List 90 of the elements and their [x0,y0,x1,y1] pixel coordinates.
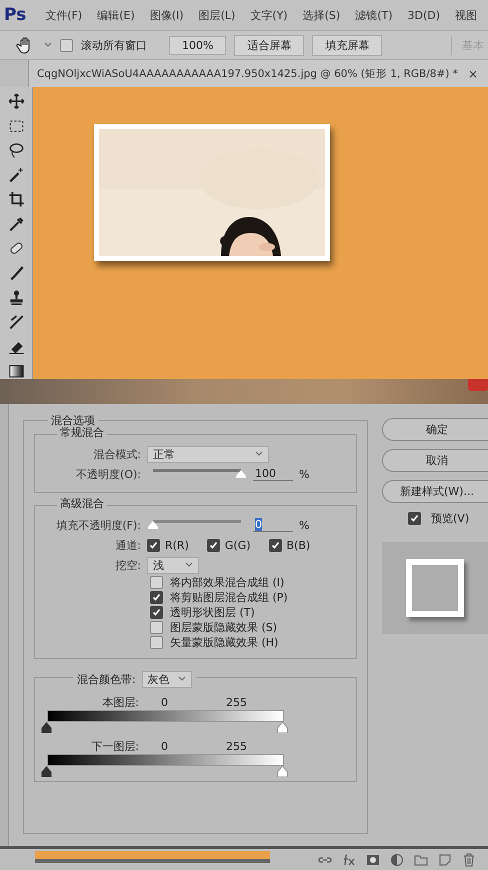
checkbox-label: 将内部效果混合成组 (I) [170,575,284,590]
checkmark-icon [149,540,158,550]
menu-item[interactable]: 选择(S) [302,8,340,22]
checkbox[interactable] [268,538,282,552]
checkbox-label: 矢量蒙版隐藏效果 (H) [170,635,278,650]
slider-thumb[interactable] [148,521,158,529]
trash-icon[interactable] [462,853,476,867]
adjustment-icon[interactable] [390,853,404,867]
checkbox[interactable] [150,576,163,589]
checkbox[interactable] [150,621,163,634]
new-layer-icon[interactable] [438,853,452,867]
brush-icon[interactable] [8,264,24,281]
checkbox-label: G(G) [224,538,251,552]
caret-icon [255,451,263,457]
brush-icon[interactable] [8,314,24,330]
checkbox[interactable] [150,606,163,619]
unit-label: % [299,518,310,532]
slider-thumb[interactable] [41,766,52,777]
blend-mode-dropdown[interactable]: 正常 [147,446,269,462]
mask-icon[interactable] [366,853,380,867]
menu-item[interactable]: 文字(Y) [250,8,288,22]
section-title: 常规混合 [57,425,107,440]
fill-opacity-field[interactable]: 0 [253,518,293,532]
menu-item[interactable]: 编辑(E) [97,8,135,22]
stamp-icon[interactable] [8,289,24,306]
range-value: 0 [161,740,168,753]
checkbox-label: 透明形状图层 (T) [170,605,255,620]
checkmark-icon [208,540,218,550]
checkbox[interactable] [150,591,163,604]
opacity-field[interactable]: 100 [253,467,293,481]
field-label: 不透明度(O): [75,466,141,482]
unit-label: % [299,468,310,480]
section-title: 高级混合 [57,496,107,511]
checkbox[interactable] [206,538,220,552]
checkbox-label: R(R) [165,538,189,552]
checkbox-label: 预览(V) [431,511,470,526]
menu-item[interactable]: 视图 [455,8,478,22]
field-label: 混合模式: [92,446,141,462]
crop-icon[interactable] [8,191,24,208]
field-label: 下一图层: [90,739,139,754]
zoom-button[interactable]: 适合屏幕 [234,34,304,56]
dialog-button[interactable]: 取消 [382,449,488,472]
gradient-icon[interactable] [8,362,24,379]
magic-wand-icon[interactable] [8,166,24,183]
field-label: 本图层: [101,695,139,710]
dialog-button[interactable]: 新建样式(W)... [382,480,488,503]
close-button[interactable]: × [468,66,478,80]
slider-thumb[interactable] [41,722,52,733]
zoom-button[interactable]: 100% [169,36,226,54]
folder-icon[interactable] [414,853,428,867]
menu-item[interactable]: 滤镜(T) [355,8,392,22]
checkbox[interactable] [408,512,421,525]
field-label: 通道: [114,538,141,552]
caret-icon [178,676,186,682]
field-label: 填充不透明度(F): [55,518,141,532]
range-value: 255 [226,740,247,753]
checkbox-label: 将剪贴图层混合成组 (P) [170,590,288,605]
app-logo[interactable]: Ps [4,5,26,25]
menu-item[interactable]: 图层(L) [198,8,236,22]
slider-thumb[interactable] [277,722,288,733]
menu-item[interactable]: 图像(I) [150,8,184,22]
checkmark-icon [270,540,280,550]
field-label: 混合颜色带: [77,672,136,686]
eyedropper-icon[interactable] [8,216,24,232]
range-value: 255 [226,696,247,709]
document-tab[interactable]: CqgNOljxcWiASoU4AAAAAAAAAAA197.950x1425.jpg @ 60% (矩形 1, RGB/8#) * × [28,60,488,87]
menu-item[interactable]: 文件(F) [45,8,82,22]
blend-if-dropdown[interactable]: 灰色 [142,670,192,688]
dialog-button[interactable]: 确定 [382,418,488,441]
fx-icon[interactable] [342,853,356,867]
document-title: CqgNOljxcWiASoU4AAAAAAAAAAA197.950x1425.jpg @ 60% (矩形 1, RGB/8#) * [36,66,458,80]
lasso-icon[interactable] [8,142,24,158]
checkbox-label: 滚动所有窗口 [81,38,147,52]
checkmark-icon [410,514,419,523]
caret-icon [185,562,193,568]
range-value: 0 [161,696,168,709]
checkbox[interactable] [147,538,160,552]
checkbox-label: B(B) [286,538,310,552]
menu-item[interactable]: 3D(D) [408,8,440,22]
checkbox[interactable] [60,38,73,52]
checkbox[interactable] [150,636,163,649]
slider-thumb[interactable] [277,766,288,777]
checkbox-label: 图层蒙版隐藏效果 (S) [170,620,278,635]
field-label: 挖空: [114,558,141,572]
move-icon[interactable] [8,93,24,110]
slider-thumb[interactable] [236,470,246,478]
caret-icon[interactable] [44,42,52,48]
zoom-button[interactable]: 填充屏幕 [312,34,382,56]
marquee-icon[interactable] [8,118,24,134]
knockout-dropdown[interactable]: 浅 [147,556,199,574]
